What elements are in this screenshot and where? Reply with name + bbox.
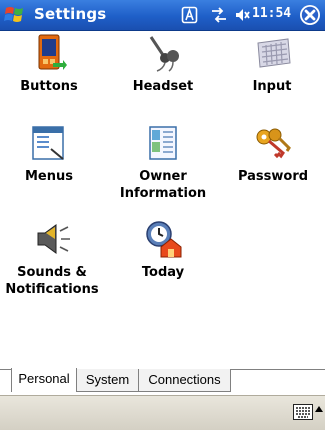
headset-label: Headset (132, 79, 194, 94)
headset-item[interactable]: Headset (128, 33, 198, 95)
input-item[interactable]: Input (237, 33, 307, 95)
volume-icon[interactable] (234, 5, 251, 25)
menus-item[interactable]: Menus (14, 123, 84, 185)
today-item[interactable]: Today (128, 219, 198, 281)
speaker-icon (37, 224, 70, 254)
close-icon[interactable] (299, 4, 321, 26)
tab-personal[interactable]: Personal (11, 368, 77, 392)
ime-icon[interactable] (181, 5, 198, 25)
owner-information-item[interactable]: Owner Information (118, 123, 208, 202)
headset-icon (149, 36, 179, 72)
owner-information-icon (149, 126, 177, 160)
keyboard-icon (257, 38, 291, 68)
password-label: Password (237, 169, 309, 184)
owner-information-label: Owner (139, 169, 187, 184)
connection-icon[interactable] (210, 5, 228, 25)
input-panel-icon[interactable] (293, 404, 313, 420)
tab-bar: Personal System Connections (0, 368, 325, 394)
buttons-label: Buttons (20, 79, 78, 94)
window-title: Settings (34, 5, 107, 23)
password-item[interactable]: Password (228, 123, 318, 185)
input-panel-arrow-icon[interactable] (315, 405, 323, 413)
menu-bar (0, 395, 325, 430)
windows-start-icon[interactable] (4, 4, 28, 26)
menus-icon (32, 126, 64, 160)
tab-system[interactable]: System (76, 369, 139, 392)
clock[interactable]: 11:54 (252, 6, 291, 21)
today-label: Today (141, 265, 185, 280)
buttons-icon (38, 34, 67, 70)
sounds-notifications-label: Sounds & (17, 265, 87, 280)
settings-icon-grid: Buttons Headset Input Menus Owner Inform… (0, 31, 325, 369)
today-clock-icon (146, 221, 182, 258)
buttons-item[interactable]: Buttons (14, 33, 84, 95)
keys-icon (256, 128, 291, 159)
sounds-notifications-item[interactable]: Sounds & Notifications (2, 219, 102, 298)
menus-label: Menus (24, 169, 73, 184)
title-bar: Settings 11:54 (0, 0, 325, 31)
owner-information-label-line2: Information (119, 186, 207, 201)
sounds-notifications-label-line2: Notifications (5, 282, 99, 297)
input-label: Input (252, 79, 292, 94)
tab-connections[interactable]: Connections (138, 369, 231, 392)
